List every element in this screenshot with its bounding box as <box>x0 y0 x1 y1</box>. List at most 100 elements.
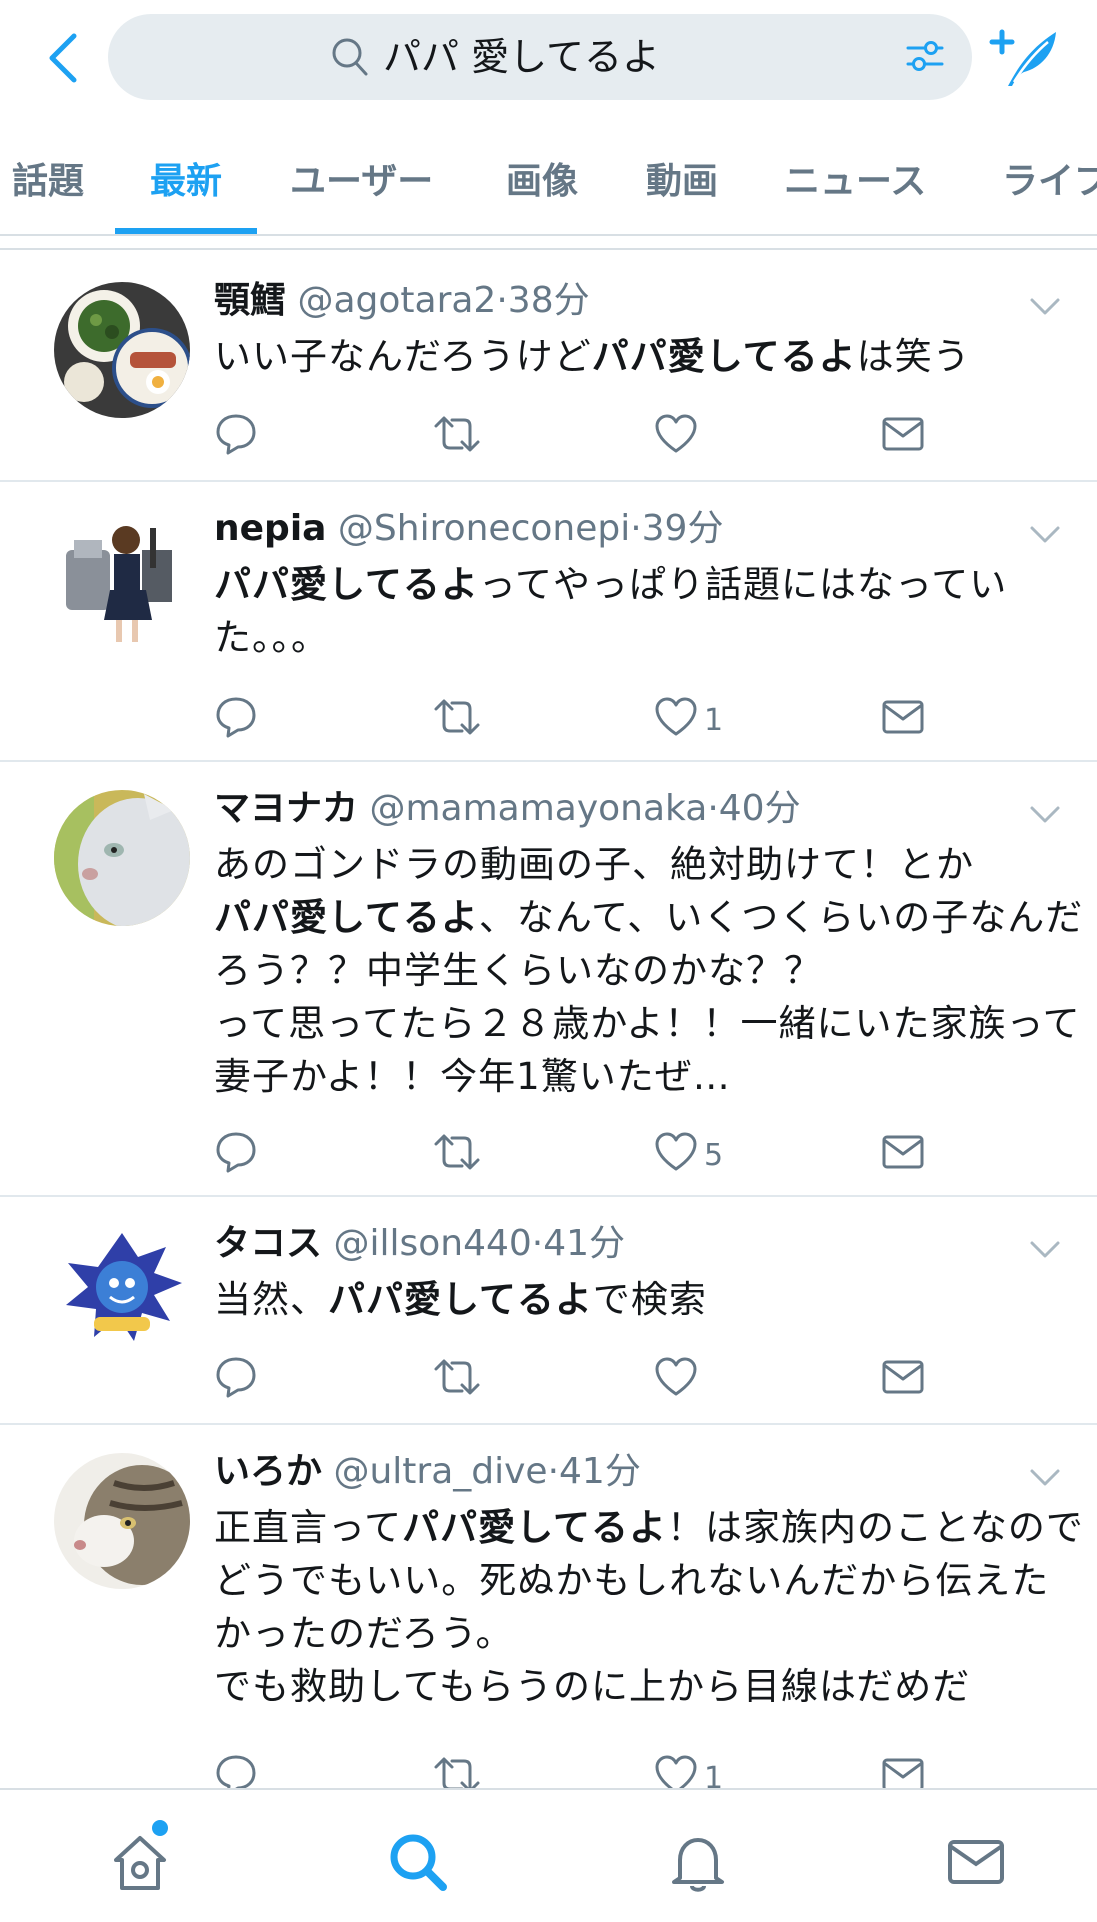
tweet-timestamp: 38分 <box>507 280 590 321</box>
tweet-text: 正直言ってパパ愛してるよ！は家族内のことなのでどうでもいい。死ぬかもしれないんだ… <box>214 1501 1084 1713</box>
nav-home[interactable] <box>108 1830 172 1894</box>
envelope-icon <box>882 700 924 734</box>
compose-quill-icon <box>989 29 1056 86</box>
search-icon <box>332 38 368 76</box>
tweet-header: nepia @Shironeconepi·39分 <box>214 506 723 552</box>
user-display-name[interactable]: マヨナカ <box>214 788 358 829</box>
direct-message-button[interactable] <box>880 412 926 462</box>
user-handle[interactable]: @illson440 <box>322 1223 531 1264</box>
user-display-name[interactable]: いろか <box>214 1451 322 1492</box>
compose-tweet-button[interactable] <box>988 24 1062 90</box>
envelope-icon <box>882 1360 924 1394</box>
user-display-name[interactable]: nepia <box>214 508 326 549</box>
search-input[interactable]: パパ 愛してるよ <box>108 14 972 100</box>
tweet-header: マヨナカ @mamamayonaka·40分 <box>214 786 801 832</box>
avatar[interactable] <box>54 282 190 418</box>
reply-icon <box>216 1357 256 1398</box>
like-count: 1 <box>704 703 724 738</box>
tweet-actions <box>214 412 1034 462</box>
tab-top[interactable]: 話題 <box>12 152 84 204</box>
direct-message-button[interactable] <box>880 695 926 745</box>
retweet-button[interactable] <box>432 695 482 745</box>
tweet-text-segment: 当然、 <box>214 1278 328 1321</box>
retweet-button[interactable] <box>432 1355 482 1405</box>
heart-icon <box>655 697 697 736</box>
avatar[interactable] <box>54 510 190 646</box>
chevron-down-icon <box>1030 1241 1060 1258</box>
tab-photos[interactable]: 画像 <box>506 152 578 204</box>
tweet-text-segment: は笑う <box>856 335 971 378</box>
home-icon <box>114 1836 166 1890</box>
avatar[interactable] <box>54 1453 190 1589</box>
user-handle[interactable]: @agotara2 <box>286 280 496 321</box>
reply-button[interactable] <box>214 412 258 462</box>
tweet-actions: 1 <box>214 695 1034 745</box>
bottom-nav <box>0 1788 1097 1922</box>
tweet-text-segment: いい子なんだろうけど <box>214 335 592 378</box>
tweet[interactable]: タコス @illson440·41分当然、パパ愛してるよで検索 <box>0 1195 1097 1425</box>
tweet-options-button[interactable] <box>1028 804 1062 826</box>
like-button[interactable] <box>654 412 698 462</box>
highlighted-search-term: パパ愛してるよ <box>591 335 857 378</box>
avatar[interactable] <box>54 1225 190 1361</box>
tweet-header: 顎鱈 @agotara2·38分 <box>214 278 590 324</box>
heart-icon <box>655 414 697 453</box>
active-tab-indicator <box>115 228 257 234</box>
tweet-options-button[interactable] <box>1028 296 1062 318</box>
envelope-icon <box>882 1135 924 1169</box>
heart-icon <box>655 1357 697 1396</box>
back-button[interactable] <box>40 28 88 88</box>
separator-dot: · <box>496 280 508 321</box>
like-button[interactable]: 1 <box>654 695 723 745</box>
tweet[interactable]: いろか @ultra_dive·41分正直言ってパパ愛してるよ！は家族内のことな… <box>0 1423 1097 1796</box>
user-handle[interactable]: @ultra_dive <box>322 1451 547 1492</box>
separator-dot: · <box>547 1451 560 1492</box>
user-handle[interactable]: @mamamayonaka <box>358 788 707 829</box>
filter-settings-icon[interactable] <box>904 36 946 78</box>
tweet-text: 当然、パパ愛してるよで検索 <box>214 1273 1084 1326</box>
tweet[interactable]: 顎鱈 @agotara2·38分 いい子なんだろうけどパパ愛してるよは笑う <box>0 252 1097 482</box>
direct-message-button[interactable] <box>880 1130 926 1180</box>
retweet-button[interactable] <box>432 1130 482 1180</box>
tab-live[interactable]: ライブ <box>1002 152 1097 204</box>
like-count: 5 <box>704 1138 724 1173</box>
tweet-options-button[interactable] <box>1028 1239 1062 1261</box>
tweet-text: あのゴンドラの動画の子、絶対助けて！とか パパ愛してるよ、なんて、いくつくらいの… <box>214 838 1084 1103</box>
chevron-down-icon <box>1030 806 1060 823</box>
nav-messages[interactable] <box>944 1830 1008 1894</box>
retweet-icon <box>434 1134 480 1170</box>
reply-button[interactable] <box>214 695 258 745</box>
retweet-button[interactable] <box>432 412 482 462</box>
tweet-options-button[interactable] <box>1028 524 1062 546</box>
reply-button[interactable] <box>214 1355 258 1405</box>
tweet-timestamp: 39分 <box>641 508 724 549</box>
avatar[interactable] <box>54 790 190 926</box>
top-bar: パパ 愛してるよ <box>0 0 1097 116</box>
tweet-text: いい子なんだろうけどパパ愛してるよは笑う <box>214 330 1084 383</box>
like-button[interactable]: 5 <box>654 1130 723 1180</box>
tab-news[interactable]: ニュース <box>784 152 926 204</box>
reply-icon <box>216 414 256 455</box>
reply-button[interactable] <box>214 1130 258 1180</box>
tweet-timestamp: 41分 <box>559 1451 641 1492</box>
tweet[interactable]: nepia @Shironeconepi·39分パパ愛してるよってやっぱり話題に… <box>0 480 1097 762</box>
envelope-icon <box>882 417 924 451</box>
tweet-header: タコス @illson440·41分 <box>214 1221 625 1267</box>
like-button[interactable] <box>654 1355 698 1405</box>
direct-message-button[interactable] <box>880 1355 926 1405</box>
user-display-name[interactable]: タコス <box>214 1223 322 1264</box>
chevron-down-icon <box>1030 1469 1060 1486</box>
tab-videos[interactable]: 動画 <box>646 152 718 204</box>
user-display-name[interactable]: 顎鱈 <box>214 280 286 321</box>
tweet-text: パパ愛してるよってやっぱり話題にはなっていた。。。 <box>214 558 1084 664</box>
reply-icon <box>216 1132 256 1173</box>
tweet-actions <box>214 1355 1034 1405</box>
chevron-down-icon <box>1030 298 1060 315</box>
user-handle[interactable]: @Shironeconepi <box>326 508 630 549</box>
tweet[interactable]: マヨナカ @mamamayonaka·40分あのゴンドラの動画の子、絶対助けて！… <box>0 760 1097 1197</box>
tab-people[interactable]: ユーザー <box>290 152 433 204</box>
tab-latest[interactable]: 最新 <box>150 152 222 204</box>
tweet-options-button[interactable] <box>1028 1467 1062 1489</box>
nav-notifications[interactable] <box>666 1830 730 1894</box>
nav-search[interactable] <box>386 1830 450 1894</box>
